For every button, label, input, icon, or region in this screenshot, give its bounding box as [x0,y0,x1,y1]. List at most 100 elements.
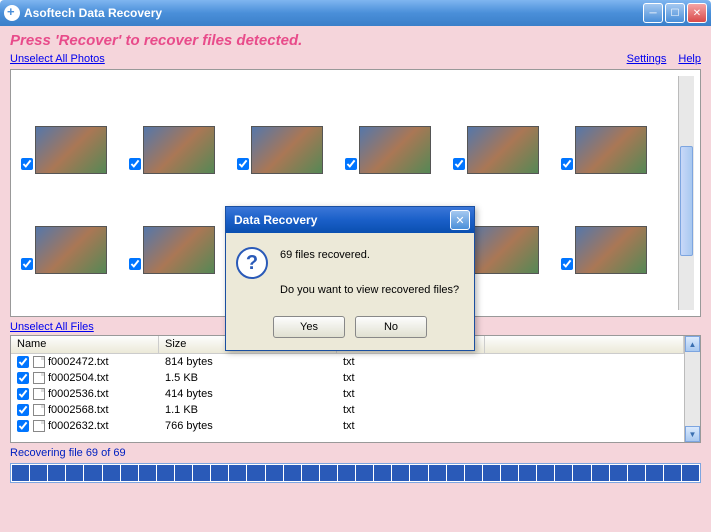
file-ext: txt [337,372,485,384]
progress-segment [66,465,83,481]
yes-button[interactable]: Yes [273,316,345,338]
titlebar: Asoftech Data Recovery ─ ☐ ✕ [0,0,711,26]
file-checkbox[interactable] [17,372,29,384]
progress-segment [139,465,156,481]
file-size: 1.1 KB [159,404,337,416]
photo-checkbox[interactable] [453,158,465,170]
file-size: 1.5 KB [159,372,337,384]
progress-segment [266,465,283,481]
col-header-rest[interactable] [485,336,684,353]
settings-link[interactable]: Settings [627,53,667,65]
files-scrollbar[interactable]: ▲ ▼ [684,336,700,442]
photo-thumb[interactable] [17,176,125,276]
photo-checkbox[interactable] [21,258,33,270]
progress-segment [374,465,391,481]
progress-segment [193,465,210,481]
maximize-button[interactable]: ☐ [665,3,685,23]
file-row[interactable]: f0002632.txt766 bytestxt [11,418,684,434]
photo-thumb[interactable] [341,76,449,176]
instruction-text: Press 'Recover' to recover files detecte… [10,32,701,49]
photo-thumb[interactable] [233,76,341,176]
progress-segment [465,465,482,481]
progress-segment [229,465,246,481]
scroll-down-button[interactable]: ▼ [685,426,700,442]
progress-segment [646,465,663,481]
file-name: f0002536.txt [48,388,109,400]
progress-segment [30,465,47,481]
progress-segment [211,465,228,481]
photo-checkbox[interactable] [21,158,33,170]
photo-checkbox[interactable] [561,158,573,170]
file-row[interactable]: f0002568.txt1.1 KBtxt [11,402,684,418]
progress-segment [610,465,627,481]
progress-segment [121,465,138,481]
unselect-all-photos-link[interactable]: Unselect All Photos [10,53,105,65]
file-size: 814 bytes [159,356,337,368]
file-icon [33,356,45,368]
col-header-name[interactable]: Name [11,336,159,353]
photo-checkbox[interactable] [129,258,141,270]
help-link[interactable]: Help [678,53,701,65]
progress-segment [664,465,681,481]
photo-thumb[interactable] [557,176,665,276]
progress-segment [501,465,518,481]
file-name: f0002472.txt [48,356,109,368]
photo-thumb[interactable] [17,76,125,176]
file-icon [33,404,45,416]
file-checkbox[interactable] [17,356,29,368]
scrollbar-thumb[interactable] [680,146,693,256]
file-icon [33,420,45,432]
progress-segment [519,465,536,481]
progress-bar [10,463,701,483]
progress-segment [103,465,120,481]
unselect-all-files-link[interactable]: Unselect All Files [10,321,94,333]
dialog-line1: 69 files recovered. [280,247,459,265]
photo-thumb[interactable] [125,76,233,176]
progress-segment [175,465,192,481]
recovery-dialog: Data Recovery ✕ ? 69 files recovered. Do… [225,206,475,351]
scroll-up-button[interactable]: ▲ [685,336,700,352]
progress-segment [157,465,174,481]
minimize-button[interactable]: ─ [643,3,663,23]
dialog-close-button[interactable]: ✕ [450,210,470,230]
dialog-titlebar: Data Recovery ✕ [226,207,474,233]
progress-segment [447,465,464,481]
file-name: f0002632.txt [48,420,109,432]
file-ext: txt [337,420,485,432]
photo-checkbox[interactable] [561,258,573,270]
progress-segment [592,465,609,481]
photo-thumb[interactable] [125,176,233,276]
progress-segment [48,465,65,481]
close-button[interactable]: ✕ [687,3,707,23]
progress-segment [573,465,590,481]
file-icon [33,372,45,384]
photo-thumb[interactable] [449,76,557,176]
progress-segment [392,465,409,481]
file-checkbox[interactable] [17,388,29,400]
progress-segment [338,465,355,481]
progress-segment [302,465,319,481]
file-checkbox[interactable] [17,420,29,432]
file-name: f0002504.txt [48,372,109,384]
progress-segment [537,465,554,481]
file-icon [33,388,45,400]
dialog-title: Data Recovery [230,213,450,227]
scrollbar-track[interactable] [685,352,700,426]
gallery-scrollbar[interactable] [678,76,694,310]
dialog-line2: Do you want to view recovered files? [280,282,459,300]
file-checkbox[interactable] [17,404,29,416]
photo-checkbox[interactable] [129,158,141,170]
photo-thumb[interactable] [557,76,665,176]
progress-segment [320,465,337,481]
photo-checkbox[interactable] [237,158,249,170]
progress-segment [247,465,264,481]
file-ext: txt [337,404,485,416]
file-row[interactable]: f0002472.txt814 bytestxt [11,354,684,370]
file-row[interactable]: f0002536.txt414 bytestxt [11,386,684,402]
file-row[interactable]: f0002504.txt 1.5 KBtxt [11,370,684,386]
photo-thumb[interactable] [17,276,125,310]
no-button[interactable]: No [355,316,427,338]
photo-checkbox[interactable] [345,158,357,170]
progress-segment [483,465,500,481]
app-icon [4,5,20,21]
